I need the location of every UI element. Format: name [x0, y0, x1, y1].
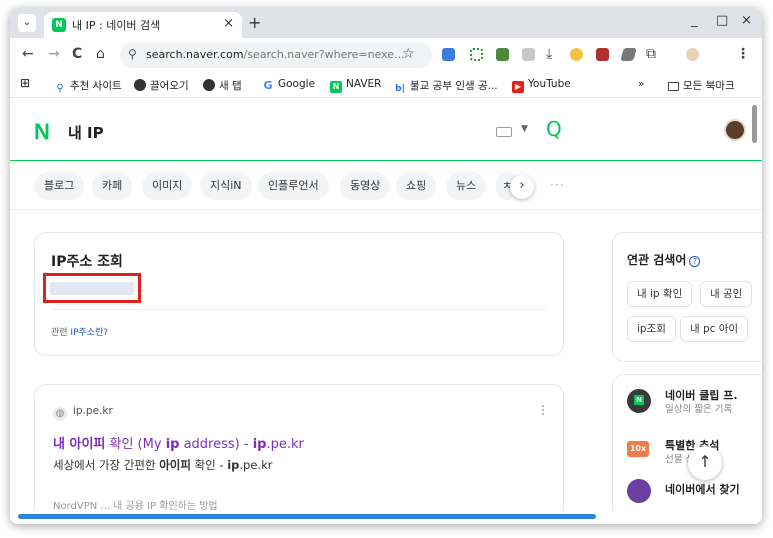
download-icon[interactable]: ⤓	[546, 46, 552, 62]
site-info-icon[interactable]: ⚲	[128, 47, 137, 61]
maximize-button[interactable]: □	[716, 13, 728, 28]
tab-video[interactable]: 동영상	[340, 172, 391, 200]
help-icon[interactable]: ?	[689, 256, 701, 267]
bookmark-new-tab[interactable]: 새 탭	[203, 78, 242, 93]
tab-cafe[interactable]: 카페	[92, 172, 133, 200]
result-description: 세상에서 가장 간편한 아이피 확인 - ip.pe.kr	[53, 458, 273, 472]
extension-green-icon[interactable]	[496, 48, 509, 61]
bookmark-google[interactable]: G Google	[262, 78, 315, 92]
search-icon: ⚲	[54, 83, 66, 95]
globe-icon: ◍	[53, 407, 67, 421]
related-info: 관련 IP주소란?	[51, 328, 109, 338]
result-title-link[interactable]: 내 아이피 확인 (My ip address) - ip.pe.kr	[53, 433, 304, 452]
url-text: search.naver.com/search.naver?where=nexe…	[146, 48, 405, 61]
result-site[interactable]: ◍ ip.pe.kr	[53, 405, 113, 421]
address-bar[interactable]: ⚲ search.naver.com/search.naver?where=ne…	[120, 42, 432, 68]
tab-influencer[interactable]: 인플루언서	[258, 172, 329, 200]
search-query[interactable]: 내 IP	[68, 122, 104, 143]
tab-shopping[interactable]: 쇼핑	[396, 172, 437, 200]
tab-blog[interactable]: 블로그	[34, 172, 85, 200]
tab-news[interactable]: 뉴스	[446, 172, 487, 200]
find-title[interactable]: 네이버에서 찾기	[665, 481, 740, 497]
folder-icon	[668, 82, 679, 91]
browser-window: ⌄ N 내 IP : 네이버 검색 × + _ □ × ← → C ⌂ ⚲ se…	[10, 8, 762, 524]
bookmark-pull[interactable]: 끌어오기	[134, 78, 189, 93]
extension-dots-icon[interactable]	[470, 48, 483, 61]
extension-pen-icon[interactable]	[620, 48, 637, 61]
horizontal-scroll-thumb[interactable]	[18, 514, 596, 519]
divider	[51, 309, 547, 310]
bookmark-youtube[interactable]: ▶ YouTube	[512, 78, 571, 93]
profile-avatar-icon[interactable]	[686, 48, 699, 61]
related-chip[interactable]: 내 pc 아이	[680, 316, 749, 342]
bl-icon: b|	[394, 83, 406, 95]
bookmarks-overflow-button[interactable]: »	[638, 78, 644, 90]
extension-gray-icon[interactable]	[522, 48, 535, 61]
home-button[interactable]: ⌂	[96, 46, 105, 62]
bookmark-buddhism[interactable]: b| 불교 공부 인생 공...	[394, 78, 498, 95]
extension-smile-icon[interactable]	[570, 48, 583, 61]
10x-badge-icon: 10x	[627, 441, 649, 457]
back-button[interactable]: ←	[22, 46, 34, 62]
extension-red-icon[interactable]	[596, 48, 609, 61]
tab-close-button[interactable]: ×	[223, 16, 234, 31]
user-avatar[interactable]	[724, 119, 746, 141]
more-tabs-button[interactable]: ···	[550, 178, 564, 192]
keyboard-dropdown-icon[interactable]: ▼	[521, 124, 528, 134]
google-icon: G	[262, 79, 274, 92]
ip-explain-link[interactable]: IP주소란?	[70, 328, 108, 338]
translate-extension-icon[interactable]	[442, 48, 455, 61]
tabs-next-button[interactable]: ›	[510, 175, 534, 199]
youtube-icon: ▶	[512, 81, 524, 93]
ip-address-highlight	[43, 273, 141, 303]
ip-lookup-card: IP주소 조회 관련 IP주소란?	[34, 232, 564, 356]
search-button[interactable]: Q	[546, 117, 562, 141]
side-suggestions-card: N 네이버 클립 프. 일상의 짧은 기록 10x 특별한 추석 선물 선물 네…	[612, 374, 762, 524]
scroll-to-top-button[interactable]: ↑	[688, 446, 722, 480]
clip-subtitle: 일상의 짧은 기록	[665, 404, 733, 415]
tab-kin[interactable]: 지식iN	[200, 172, 252, 200]
related-chip[interactable]: 내 ip 확인	[627, 281, 693, 307]
naver-clip-icon: N	[627, 389, 651, 413]
browser-toolbar: ← → C ⌂ ⚲ search.naver.com/search.naver?…	[10, 38, 762, 72]
related-searches-title: 연관 검색어?	[627, 251, 701, 268]
naver-icon: N	[330, 81, 342, 93]
naver-favicon-icon: N	[52, 18, 66, 32]
all-bookmarks-button[interactable]: 모든 북마크	[668, 78, 735, 93]
new-tab-button[interactable]: +	[248, 13, 261, 32]
bookmark-star-icon[interactable]: ☆	[402, 46, 415, 62]
tab-active[interactable]: N 내 IP : 네이버 검색 ×	[44, 12, 242, 38]
reload-button[interactable]: C	[72, 46, 82, 62]
ip-lookup-title: IP주소 조회	[51, 254, 123, 270]
browser-menu-button[interactable]: ⋮	[736, 46, 750, 62]
search-category-tabs: 블로그 카페 이미지 지식iN 인플루언서 동영상 쇼핑 뉴스 ㅊ › ···	[10, 162, 762, 210]
keyboard-icon[interactable]	[496, 127, 512, 137]
tab-title: 내 IP : 네이버 검색	[72, 19, 161, 32]
related-chip[interactable]: 내 공인	[700, 281, 753, 307]
apps-grid-icon[interactable]: ⊞	[20, 76, 30, 90]
vertical-scrollbar[interactable]	[752, 105, 757, 143]
tab-strip: ⌄ N 내 IP : 네이버 검색 × + _ □ ×	[10, 8, 762, 38]
naver-header: N 내 IP ▼ Q	[10, 99, 762, 161]
globe-icon	[203, 79, 215, 91]
minimize-button[interactable]: _	[691, 13, 698, 28]
page-content: N 내 IP ▼ Q 블로그 카페 이미지 지식iN 인플루언서 동영상 쇼핑 …	[10, 99, 762, 524]
bookmarks-bar: ⊞ ⚲ 추천 사이트 끌어오기 새 탭 G Google N NAVER b| 불교 공…	[10, 72, 762, 98]
forward-button[interactable]: →	[48, 46, 60, 62]
related-searches-card: 연관 검색어? 내 ip 확인 내 공인 ip조회 내 pc 아이	[612, 232, 762, 362]
close-window-button[interactable]: ×	[741, 13, 752, 28]
search-result-card: ◍ ip.pe.kr ⋮ 내 아이피 확인 (My ip address) - i…	[34, 384, 564, 524]
tab-search-dropdown[interactable]: ⌄	[18, 14, 36, 32]
bookmark-recommended[interactable]: ⚲ 추천 사이트	[54, 78, 122, 95]
bookmark-naver[interactable]: N NAVER	[330, 78, 381, 93]
result-more-button[interactable]: ⋮	[537, 403, 549, 417]
globe-icon	[134, 79, 146, 91]
ip-address-redacted	[50, 282, 134, 295]
extensions-puzzle-icon[interactable]: ⧉	[646, 46, 656, 62]
tab-images[interactable]: 이미지	[142, 172, 193, 200]
naver-logo[interactable]: N	[34, 119, 50, 145]
horizontal-scrollbar[interactable]	[10, 510, 762, 524]
related-chip[interactable]: ip조회	[627, 316, 676, 342]
naver-purple-icon	[627, 479, 651, 503]
